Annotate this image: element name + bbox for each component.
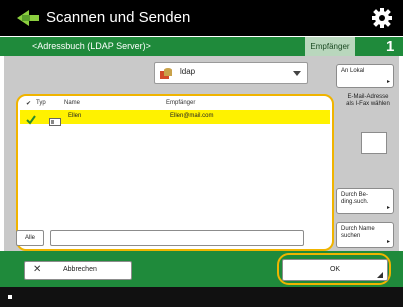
title-bar: Scannen und Senden xyxy=(0,0,403,36)
email-ifax-label: E-Mail-Adresse als I-Fax wählen xyxy=(346,94,390,107)
column-header-name: Name xyxy=(64,100,81,106)
column-header-recipient: Empfänger xyxy=(166,100,196,106)
scan-send-icon xyxy=(16,8,40,28)
an-lokal-label: An Lokal xyxy=(341,68,365,74)
an-lokal-button[interactable]: An Lokal ▸ xyxy=(336,64,394,88)
search-by-condition-label: Durch Be-ding.such. xyxy=(341,192,369,205)
search-by-name-button[interactable]: Durch Name suchen ▸ xyxy=(336,222,394,248)
status-indicator xyxy=(8,295,12,299)
chevron-down-icon xyxy=(293,71,301,76)
ok-button[interactable]: OK xyxy=(282,259,388,281)
filter-input[interactable] xyxy=(50,230,304,246)
address-book-label: <Adressbuch (LDAP Server)> xyxy=(32,41,151,51)
cancel-button[interactable]: ✕ Abbrechen xyxy=(24,261,132,280)
check-column-icon: ✔ xyxy=(26,101,32,107)
corner-arrow-icon xyxy=(377,272,383,278)
contact-name: Ellen xyxy=(68,113,82,119)
address-book-bar: <Adressbuch (LDAP Server)> Empfänger 1 xyxy=(0,37,403,56)
recipient-list: ✔ Typ Name Empfänger Ellen Ellen@mail.co… xyxy=(16,94,334,251)
gear-icon[interactable] xyxy=(371,7,393,29)
contact-email: Ellen@mail.com xyxy=(170,113,214,119)
address-book-select-value: ldap xyxy=(180,67,196,76)
search-by-condition-button[interactable]: Durch Be-ding.such. ▸ xyxy=(336,188,394,214)
status-strip xyxy=(0,287,403,307)
search-by-name-label: Durch Name suchen xyxy=(341,226,375,239)
cancel-label: Abbrechen xyxy=(63,266,97,273)
page-title: Scannen und Senden xyxy=(46,9,191,26)
arrow-right-icon: ▸ xyxy=(386,205,390,211)
recipient-count: 1 xyxy=(386,38,395,55)
database-icon xyxy=(159,66,173,80)
checkmark-icon xyxy=(26,112,36,125)
column-header-type: Typ xyxy=(36,100,46,106)
ok-label: OK xyxy=(329,266,341,273)
list-item[interactable]: Ellen Ellen@mail.com xyxy=(20,110,330,126)
list-header: ✔ Typ Name Empfänger xyxy=(18,96,332,108)
email-ifax-checkbox[interactable] xyxy=(361,132,387,154)
alle-button[interactable]: Alle xyxy=(16,230,44,246)
address-book-select[interactable]: ldap xyxy=(154,62,308,84)
close-icon: ✕ xyxy=(33,264,42,275)
arrow-right-icon: ▸ xyxy=(386,239,390,245)
address-list-area: ldap ✔ Typ Name Empfänger Ellen Ellen@ma… xyxy=(4,56,399,251)
tab-recipient[interactable]: Empfänger xyxy=(305,37,355,56)
arrow-right-icon: ▸ xyxy=(386,79,390,85)
contact-card-icon xyxy=(49,113,61,126)
